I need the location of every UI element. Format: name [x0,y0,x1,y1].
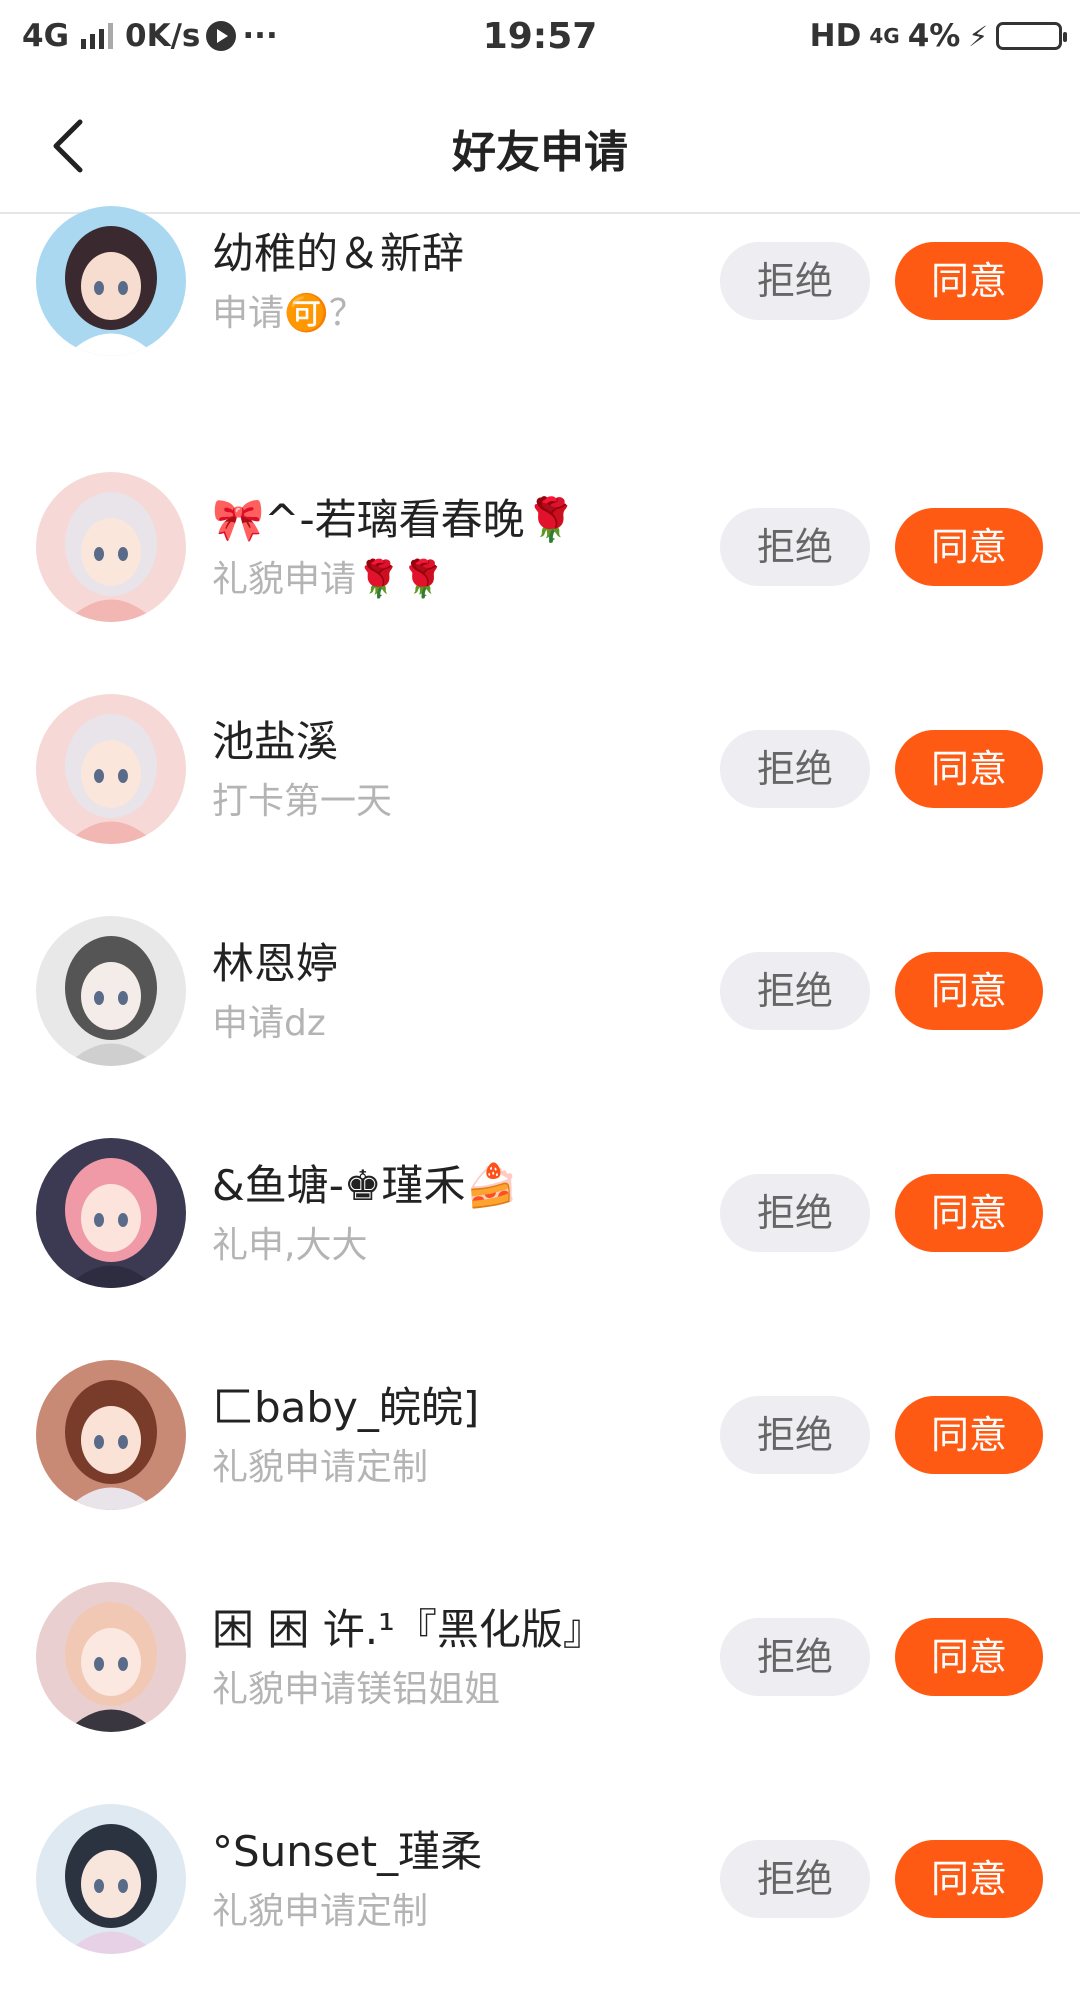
reject-button[interactable]: 拒绝 [720,1396,870,1474]
request-list: 幼稚的＆新辞 申请🉑？ 拒绝 同意 🎀^-若璃看春晚🌹 礼貌申请🌹🌹 拒绝 同意 池盐溪 打卡第一… [0,206,1080,1990]
requester-name: 池盐溪 [212,717,339,766]
requester-name: 匚baby_皖皖] [212,1383,480,1432]
hd-label: HD [809,18,862,54]
request-row: 林恩婷申请dz 拒绝 同意 [0,880,1080,1102]
requester-name: 幼稚的＆新辞 [212,229,465,278]
request-row: 困 困 许.¹『黑化版』礼貌申请镁铝姐姐 拒绝 同意 [0,1546,1080,1768]
page-title: 好友申请 [452,127,628,178]
requester-name: 困 困 许.¹『黑化版』 [212,1605,605,1654]
avatar[interactable] [36,1804,186,1954]
avatar[interactable] [36,1582,186,1732]
requester-name: 林恩婷 [212,939,339,988]
request-message: 申请dz [212,1003,326,1044]
request-row: &鱼塘-♚瑾禾🍰 礼申,大大 拒绝 同意 [0,1102,1080,1324]
battery-icon [996,22,1067,50]
status-bar: 4G 0K/s ··· 19:57 HD 4G 4% ⚡ [0,0,1080,76]
reject-button[interactable]: 拒绝 [720,1840,870,1918]
request-message: 礼申,大大 [212,1225,368,1266]
accept-button[interactable]: 同意 [895,1396,1043,1474]
reject-button[interactable]: 拒绝 [720,1618,870,1696]
avatar[interactable] [36,916,186,1066]
request-message: 礼貌申请🌹🌹 [212,559,446,600]
reject-button[interactable]: 拒绝 [720,952,870,1030]
avatar[interactable] [36,1138,186,1288]
reject-button[interactable]: 拒绝 [720,508,870,586]
reject-button[interactable]: 拒绝 [720,1174,870,1252]
accept-button[interactable]: 同意 [895,1174,1043,1252]
charging-icon: ⚡ [968,19,988,53]
nav-header: 好友申请 [0,76,1080,214]
accept-button[interactable]: 同意 [895,952,1043,1030]
request-message: 礼貌申请镁铝姐姐 [212,1669,501,1710]
request-message: 礼貌申请定制 [212,1891,429,1932]
avatar[interactable] [36,206,186,356]
accept-button[interactable]: 同意 [895,1840,1043,1918]
request-row: 幼稚的＆新辞申请🉑？ 拒绝 同意 [0,206,1080,436]
avatar[interactable] [36,1360,186,1510]
requester-name: &鱼塘-♚瑾禾🍰 [212,1161,518,1210]
request-row: 匚baby_皖皖] 礼貌申请定制 拒绝 同意 [0,1324,1080,1546]
request-message: 打卡第一天 [212,781,393,822]
accept-button[interactable]: 同意 [895,730,1043,808]
request-message: 申请🉑？ [212,293,365,334]
reject-button[interactable]: 拒绝 [720,242,870,320]
network-right-label: 4G [869,24,900,48]
requester-name: 🎀^-若璃看春晚🌹 [212,495,577,544]
accept-button[interactable]: 同意 [895,1618,1043,1696]
battery-label: 4% [907,18,961,54]
avatar[interactable] [36,694,186,844]
accept-button[interactable]: 同意 [895,242,1043,320]
requester-name: °Sunset_瑾柔 [212,1827,483,1876]
status-right: HD 4G 4% ⚡ [809,18,1067,54]
request-row: 池盐溪打卡第一天 拒绝 同意 [0,658,1080,880]
avatar[interactable] [36,472,186,622]
request-row: °Sunset_瑾柔礼貌申请定制 拒绝 同意 [0,1768,1080,1990]
request-row: 🎀^-若璃看春晚🌹 礼貌申请🌹🌹 拒绝 同意 [0,436,1080,658]
request-message: 礼貌申请定制 [212,1447,429,1488]
reject-button[interactable]: 拒绝 [720,730,870,808]
accept-button[interactable]: 同意 [895,508,1043,586]
